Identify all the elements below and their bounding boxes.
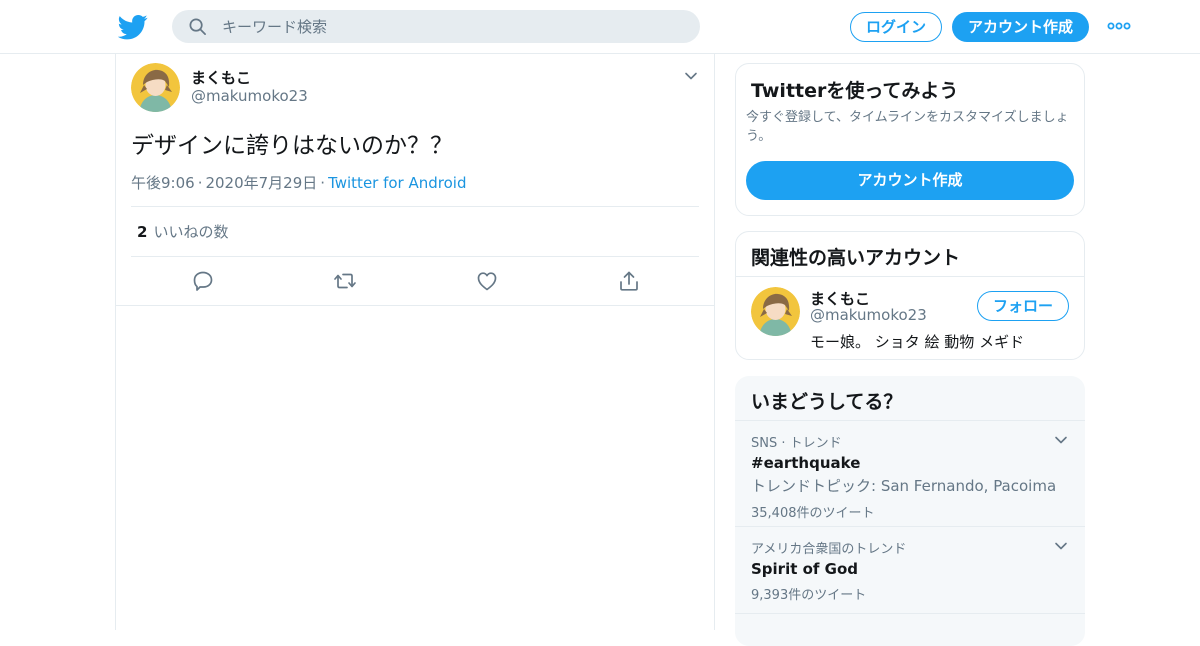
trend-description: トレンドトピック: San Fernando, Pacoima: [751, 477, 1057, 495]
chevron-down-icon[interactable]: [683, 68, 699, 84]
retweet-icon[interactable]: [333, 269, 357, 293]
signup-card-description: 今すぐ登録して、タイムラインをカスタマイズしましょう。: [746, 110, 1069, 144]
reply-icon[interactable]: [191, 269, 215, 293]
likes-count: 2: [137, 223, 148, 241]
related-account-handle[interactable]: @makumoko23: [810, 306, 927, 324]
signup-button[interactable]: アカウント作成: [952, 12, 1089, 42]
divider: [735, 420, 1085, 421]
avatar-image: [131, 63, 180, 112]
more-dots-icon[interactable]: [1106, 17, 1132, 35]
trend-item[interactable]: SNS · トレンド #earthquake トレンドトピック: San Fer…: [751, 432, 1071, 521]
main-column: まくもこ @makumoko23 デザインに誇りはないのか？？ 午後9:06 · 2…: [115, 54, 715, 630]
chevron-down-icon[interactable]: [1053, 538, 1069, 554]
tweet-source-link[interactable]: Twitter for Android: [328, 174, 466, 192]
trend-name: Spirit of God: [751, 560, 859, 578]
signup-card: Twitterを使ってみよう 今すぐ登録して、タイムラインをカスタマイズしましょ…: [735, 63, 1085, 216]
tweet-date[interactable]: 2020年7月29日: [205, 174, 317, 192]
divider: [735, 526, 1085, 527]
like-heart-icon[interactable]: [475, 269, 499, 293]
twitter-bird-icon[interactable]: [118, 12, 148, 42]
trend-tweet-count: 35,408件のツイート: [751, 506, 875, 521]
top-header: ログイン アカウント作成: [0, 0, 1200, 54]
trend-name: #earthquake: [751, 454, 861, 472]
tweet-card: まくもこ @makumoko23 デザインに誇りはないのか？？ 午後9:06 · 2…: [116, 54, 714, 306]
trends-card: いまどうしてる？ SNS · トレンド #earthquake トレンドトピック…: [735, 376, 1085, 646]
tweet-meta: 午後9:06 · 2020年7月29日 · Twitter for Android: [131, 174, 467, 192]
tweet-author-name[interactable]: まくもこ: [191, 67, 251, 88]
divider: [736, 276, 1084, 277]
divider: [735, 613, 1085, 614]
divider: [131, 206, 699, 207]
share-icon[interactable]: [617, 269, 641, 293]
search-icon: [189, 18, 206, 35]
signup-card-button[interactable]: アカウント作成: [746, 161, 1074, 200]
tweet-author-handle[interactable]: @makumoko23: [191, 87, 308, 105]
search-input[interactable]: [222, 10, 682, 43]
likes-stat[interactable]: 2 いいねの数: [137, 221, 228, 242]
avatar[interactable]: [131, 63, 180, 112]
avatar[interactable]: [751, 287, 800, 336]
chevron-down-icon[interactable]: [1053, 432, 1069, 448]
tweet-time[interactable]: 午後9:06: [131, 174, 195, 192]
trend-context: SNS · トレンド: [751, 436, 842, 451]
login-button[interactable]: ログイン: [850, 12, 942, 42]
tweet-text: デザインに誇りはないのか？？: [131, 133, 453, 159]
related-accounts-card: 関連性の高いアカウント まくもこ @makumoko23 フォロー モー娘。 シ…: [735, 231, 1085, 360]
signup-card-title: Twitterを使ってみよう: [751, 80, 959, 102]
divider: [131, 256, 699, 257]
search-box[interactable]: [172, 10, 700, 43]
likes-label: いいねの数: [153, 223, 229, 241]
related-account-bio: モー娘。 ショタ 絵 動物 メギド: [810, 333, 1025, 351]
related-accounts-title: 関連性の高いアカウント: [751, 247, 961, 269]
avatar-image: [751, 287, 800, 336]
follow-button[interactable]: フォロー: [977, 291, 1069, 321]
trend-item[interactable]: アメリカ合衆国のトレンド Spirit of God 9,393件のツイート: [751, 538, 1071, 603]
trend-context: アメリカ合衆国のトレンド: [751, 542, 907, 557]
trend-tweet-count: 9,393件のツイート: [751, 588, 867, 603]
trends-title: いまどうしてる？: [751, 391, 903, 413]
